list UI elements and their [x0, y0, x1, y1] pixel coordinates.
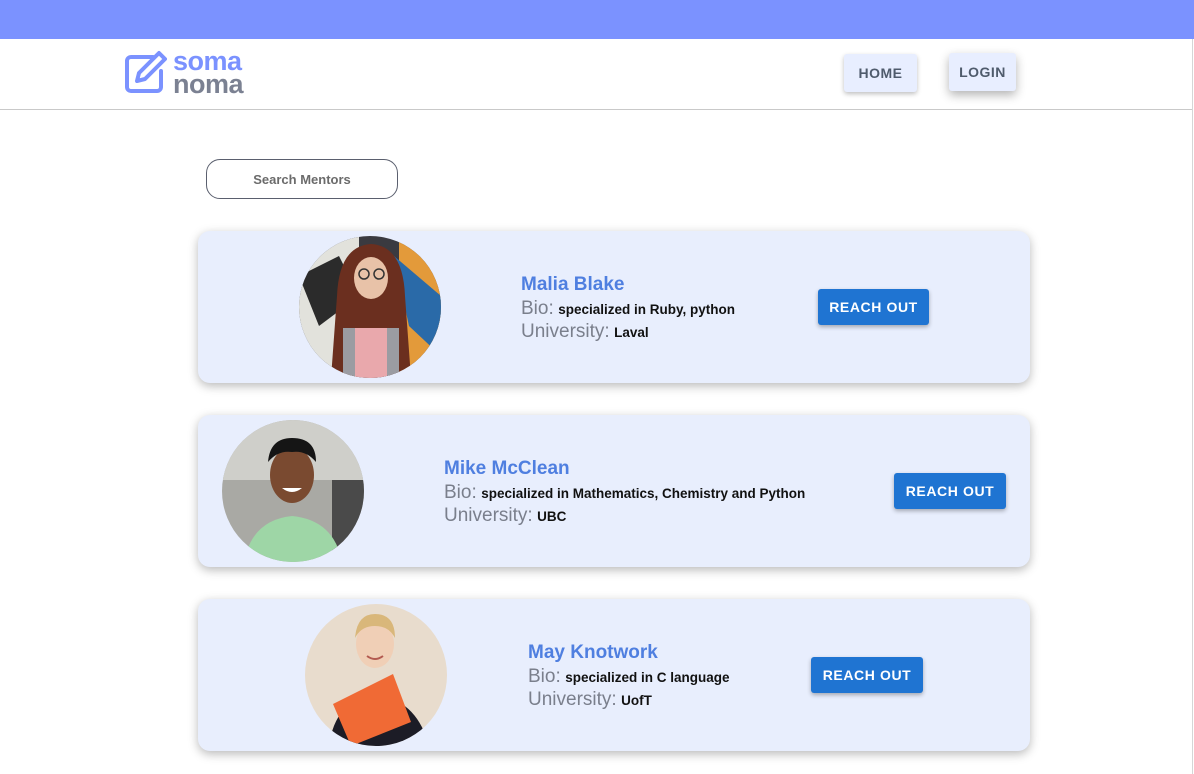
- brand-logo[interactable]: soma noma: [123, 48, 263, 99]
- mentor-photo: [222, 420, 364, 562]
- mentor-bio: specialized in C language: [565, 670, 730, 685]
- pencil-square-icon: [125, 51, 167, 93]
- mentor-name: Mike McClean: [444, 458, 570, 479]
- mentor-avatar: [305, 604, 447, 746]
- mentor-name: Malia Blake: [521, 274, 625, 295]
- bio-label: Bio:: [528, 666, 561, 687]
- mentor-name: May Knotwork: [528, 642, 658, 663]
- university-label: University:: [444, 505, 533, 526]
- mentor-card: Mike McClean Bio: specialized in Mathema…: [198, 415, 1030, 567]
- mentor-card: Malia Blake Bio: specialized in Ruby, py…: [198, 231, 1030, 383]
- mentor-avatar: [299, 236, 441, 378]
- bio-label: Bio:: [444, 482, 477, 503]
- reach-out-button[interactable]: REACH OUT: [811, 657, 923, 693]
- mentor-info: May Knotwork Bio: specialized in C langu…: [528, 641, 730, 711]
- university-label: University:: [521, 321, 610, 342]
- mentor-bio: specialized in Ruby, python: [558, 302, 735, 317]
- site-header: soma noma HOME LOGIN: [0, 39, 1192, 110]
- mentor-info: Malia Blake Bio: specialized in Ruby, py…: [521, 273, 735, 343]
- mentor-university: UofT: [621, 693, 652, 708]
- mentor-photo: [305, 604, 447, 746]
- mentor-university: Laval: [614, 325, 649, 340]
- mentor-bio: specialized in Mathematics, Chemistry an…: [481, 486, 806, 501]
- home-button[interactable]: HOME: [844, 54, 917, 92]
- brand-wordmark: soma noma: [173, 48, 244, 99]
- page-edge-divider: [1192, 39, 1193, 774]
- mentor-university: UBC: [537, 509, 567, 524]
- login-button[interactable]: LOGIN: [949, 53, 1016, 91]
- mentor-avatar: [222, 420, 364, 562]
- brand-line-2: noma: [173, 69, 244, 99]
- reach-out-button[interactable]: REACH OUT: [894, 473, 1006, 509]
- mentor-info: Mike McClean Bio: specialized in Mathema…: [444, 457, 805, 527]
- top-color-bar: [0, 0, 1194, 39]
- mentor-photo: [299, 236, 441, 378]
- mentor-card: May Knotwork Bio: specialized in C langu…: [198, 599, 1030, 751]
- reach-out-button[interactable]: REACH OUT: [818, 289, 929, 325]
- university-label: University:: [528, 689, 617, 710]
- search-mentors-input[interactable]: [206, 159, 398, 199]
- bio-label: Bio:: [521, 298, 554, 319]
